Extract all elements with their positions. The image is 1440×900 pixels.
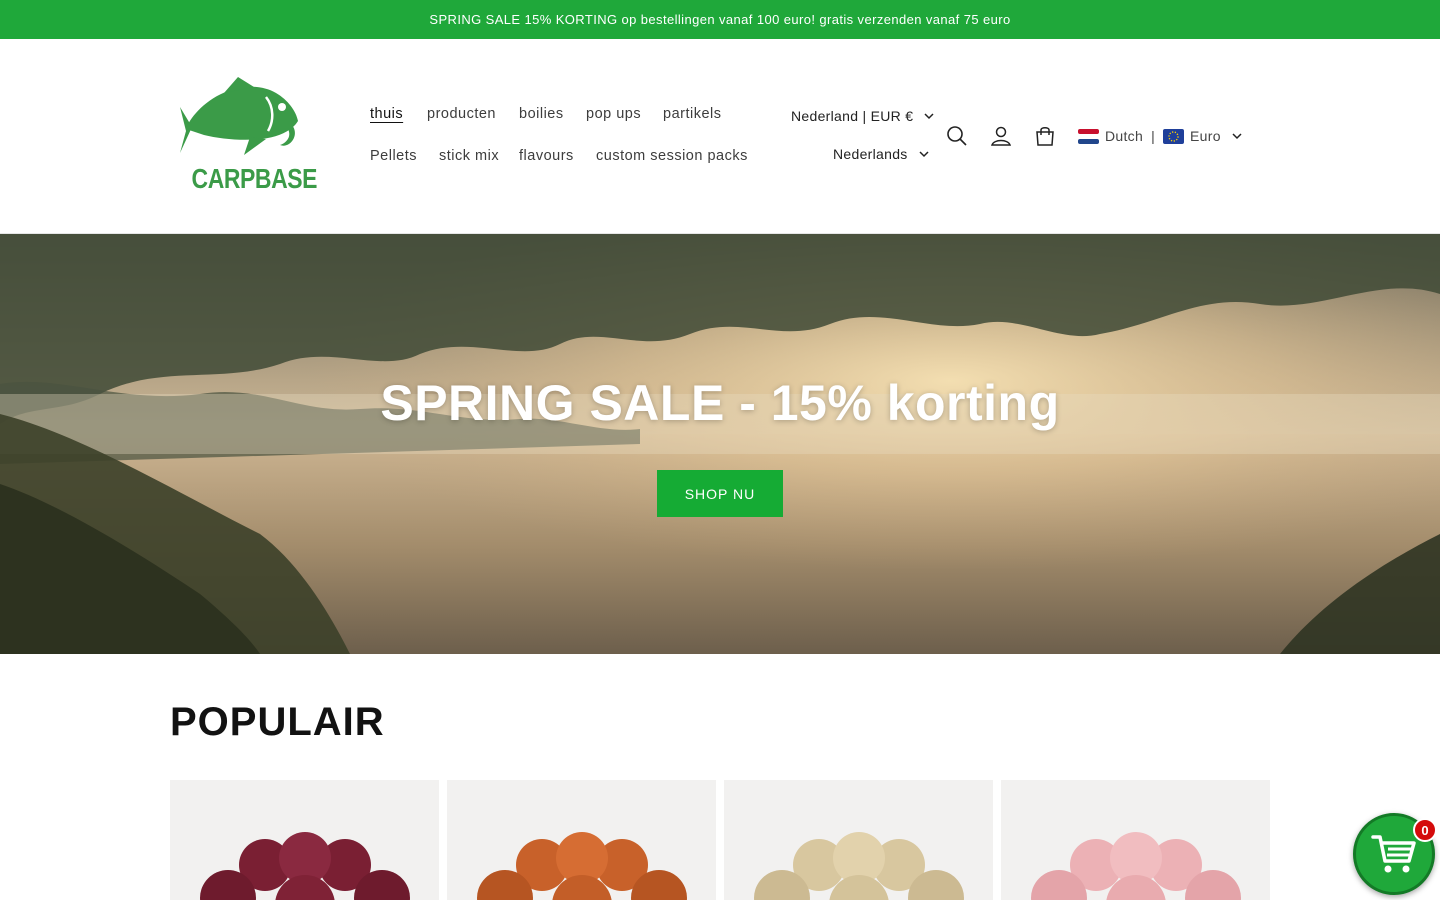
announcement-bar: SPRING SALE 15% KORTING op bestellingen …: [0, 0, 1440, 39]
language-currency-switcher[interactable]: Dutch | Euro: [1078, 125, 1243, 147]
section-title: POPULAIR: [170, 700, 385, 744]
product-image: [1001, 780, 1270, 900]
chevron-down-icon: [924, 113, 934, 120]
currency-name: Euro: [1190, 128, 1221, 144]
logo-text: CARPBASE: [191, 163, 318, 194]
product-card[interactable]: [1001, 780, 1270, 900]
account-icon: [990, 126, 1012, 146]
eu-flag-icon: [1163, 128, 1185, 144]
announcement-text: SPRING SALE 15% KORTING op bestellingen …: [429, 12, 1011, 27]
logo[interactable]: CARPBASE: [180, 77, 318, 201]
nav-link-boilies[interactable]: boilies: [519, 106, 564, 122]
product-card[interactable]: [447, 780, 716, 900]
nav-link-custom-session-packs[interactable]: custom session packs: [596, 148, 748, 164]
language-name: Dutch: [1105, 128, 1144, 144]
search-icon: [947, 126, 967, 146]
separator: |: [1151, 128, 1156, 144]
shop-now-button[interactable]: SHOP NU: [657, 470, 783, 517]
nav-link-pop-ups[interactable]: pop ups: [586, 106, 641, 122]
product-image: [170, 780, 439, 900]
product-card[interactable]: [170, 780, 439, 900]
floating-cart-icon: [1371, 835, 1416, 873]
site-header: CARPBASE thuis producten boilies pop ups…: [0, 39, 1440, 234]
hero-title: SPRING SALE - 15% korting: [380, 375, 1060, 431]
nav-link-producten[interactable]: producten: [427, 106, 496, 122]
hero-lake-image: [0, 234, 1440, 654]
nav-link-pellets[interactable]: Pellets: [370, 148, 417, 164]
chevron-down-icon: [1232, 133, 1242, 140]
nav-link-partikels[interactable]: partikels: [663, 106, 722, 122]
language-selector[interactable]: Nederlands: [833, 146, 930, 162]
country-currency-label: Nederland | EUR €: [791, 108, 914, 124]
nl-flag-icon: [1078, 128, 1099, 144]
cart-button[interactable]: [1031, 122, 1059, 150]
carp-fish-icon: [180, 77, 298, 155]
account-button[interactable]: [987, 122, 1015, 150]
language-label: Nederlands: [833, 146, 908, 162]
nav-link-flavours[interactable]: flavours: [519, 148, 574, 164]
product-image: [447, 780, 716, 900]
product-card[interactable]: [724, 780, 993, 900]
country-currency-selector[interactable]: Nederland | EUR €: [791, 108, 935, 124]
hero-banner: SPRING SALE - 15% korting SHOP NU: [0, 234, 1440, 654]
product-image: [724, 780, 993, 900]
nav-link-thuis[interactable]: thuis: [370, 106, 403, 122]
cart-icon: [1036, 127, 1054, 146]
cart-count-badge: 0: [1413, 818, 1437, 842]
search-button[interactable]: [943, 122, 971, 150]
chevron-down-icon: [919, 151, 929, 158]
nav-link-stick-mix[interactable]: stick mix: [439, 148, 499, 164]
